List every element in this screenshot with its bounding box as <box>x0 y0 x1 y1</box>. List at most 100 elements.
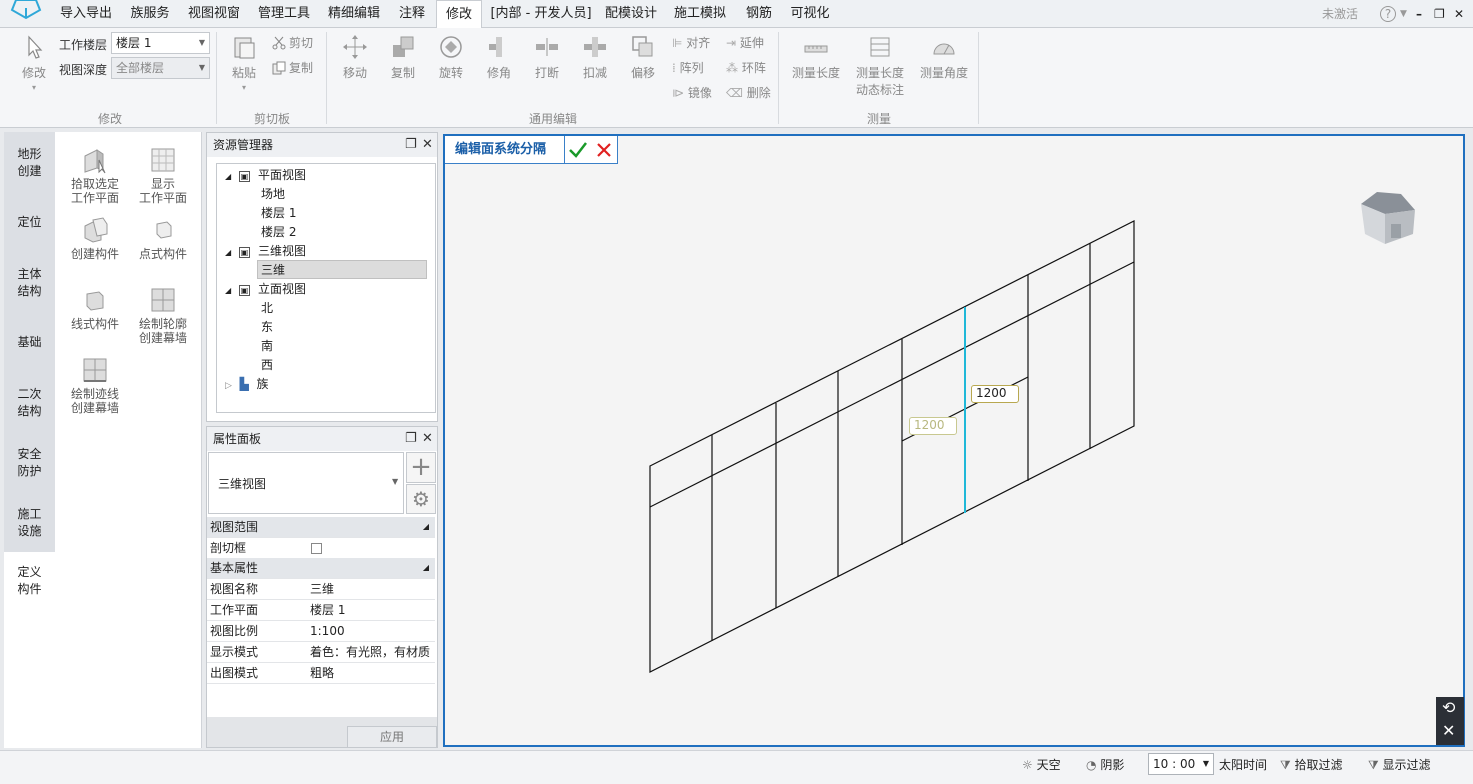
menu-developer[interactable]: [内部 - 开发人员] <box>488 0 594 28</box>
tab-define-component[interactable]: 定义 构件 <box>4 552 55 748</box>
close-view-icon[interactable]: ✕ <box>1442 721 1455 740</box>
expanded-arrow-icon[interactable]: ◢ <box>225 286 231 295</box>
tree-node-east[interactable]: 东 <box>261 318 273 337</box>
point-component-button[interactable]: 点式构件 <box>131 216 195 261</box>
tab-position[interactable]: 定位 <box>4 214 55 231</box>
extend-button[interactable]: ⇥ 延伸 <box>726 34 764 52</box>
activation-status[interactable]: 未激活 <box>1322 0 1358 28</box>
tree-node-west[interactable]: 西 <box>261 356 273 375</box>
measure-angle-button[interactable]: 测量角度 <box>916 34 972 81</box>
pick-filter-button[interactable]: ⧩ 拾取过滤 <box>1280 751 1343 779</box>
tree-node-3d-views[interactable]: ◢ ▣ 三维视图 <box>225 242 306 261</box>
3d-viewport[interactable]: 编辑面系统分隔 1200 1200 ⟲ ✕ <box>443 134 1465 747</box>
type-selector[interactable]: 三维视图 ▼ <box>208 452 404 514</box>
restore-icon[interactable]: ❐ <box>1434 0 1445 28</box>
close-icon[interactable]: ✕ <box>1454 0 1464 28</box>
create-component-button[interactable]: 创建构件 <box>63 216 127 261</box>
tree-node-floor1[interactable]: 楼层 1 <box>261 204 296 223</box>
tree-node-elevations[interactable]: ◢ ▣ 立面视图 <box>225 280 306 299</box>
dynamic-dimension-button[interactable]: 测量长度 动态标注 <box>852 34 908 98</box>
tab-foundation[interactable]: 基础 <box>4 334 55 351</box>
apply-button[interactable]: 应用 <box>347 726 437 748</box>
delete-button[interactable]: ⌫ 删除 <box>726 84 771 102</box>
section-box-checkbox[interactable] <box>311 543 322 554</box>
tab-safety[interactable]: 安全 防护 <box>4 446 55 480</box>
mirror-button[interactable]: ⧐ 镜像 <box>672 84 712 102</box>
trace-curtain-wall-button[interactable]: 绘制迹线 创建幕墙 <box>63 356 127 415</box>
copy-clipboard-button[interactable]: 复制 <box>272 59 313 77</box>
close-panel-icon[interactable]: ✕ <box>422 427 433 451</box>
prop-row[interactable]: 出图模式 粗略 <box>207 663 435 684</box>
dimension-label-upper[interactable]: 1200 <box>971 385 1019 403</box>
menu-import-export[interactable]: 导入导出 <box>54 0 118 28</box>
menu-formwork-design[interactable]: 配模设计 <box>600 0 662 28</box>
tab-main-structure[interactable]: 主体 结构 <box>4 266 55 300</box>
menu-modify[interactable]: 修改 <box>436 0 482 29</box>
pick-work-plane-button[interactable]: 拾取选定 工作平面 <box>63 146 127 205</box>
shadow-toggle[interactable]: ◔ 阴影 <box>1086 751 1124 779</box>
tree-node-north[interactable]: 北 <box>261 299 273 318</box>
align-button[interactable]: ⊫ 对齐 <box>672 34 710 52</box>
type-settings-button[interactable]: ⚙ <box>406 484 436 514</box>
close-panel-icon[interactable]: ✕ <box>422 133 433 157</box>
work-floor-select[interactable]: 楼层 1 ▼ <box>111 32 210 54</box>
paste-button[interactable]: 粘贴 ▾ <box>224 34 264 92</box>
ring-array-button[interactable]: ⁂ 环阵 <box>726 59 766 77</box>
reset-view-icon[interactable]: ⟲ <box>1442 698 1455 717</box>
menu-family-service[interactable]: 族服务 <box>124 0 176 28</box>
array-button[interactable]: ⁞ 阵列 <box>672 59 704 77</box>
select-modify-button[interactable]: 修改 ▾ <box>14 34 54 92</box>
show-work-plane-button[interactable]: 显示 工作平面 <box>131 146 195 205</box>
tree-node-site[interactable]: 场地 <box>261 185 285 204</box>
expanded-arrow-icon[interactable]: ◢ <box>225 172 231 181</box>
prop-row[interactable]: 视图比例 1:100 <box>207 621 435 642</box>
break-button[interactable]: 打断 <box>526 34 568 81</box>
add-type-button[interactable]: + <box>406 452 436 483</box>
menu-fine-edit[interactable]: 精细编辑 <box>322 0 386 28</box>
expanded-arrow-icon[interactable]: ◢ <box>225 248 231 257</box>
rotate-button[interactable]: 旋转 <box>430 34 472 81</box>
view-depth-select[interactable]: 全部楼层 ▼ <box>111 57 210 79</box>
category-basic[interactable]: 基本属性 ◢ <box>207 558 435 579</box>
menu-annotation[interactable]: 注释 <box>392 0 432 28</box>
float-panel-icon[interactable]: ❐ <box>405 427 417 451</box>
prop-row[interactable]: 显示模式 着色：有光照，有材质 <box>207 642 435 663</box>
profile-curtain-wall-button[interactable]: 绘制轮廓 创建幕墙 <box>131 286 195 345</box>
tree-node-floor2[interactable]: 楼层 2 <box>261 223 296 242</box>
prop-row[interactable]: 视图名称 三维 <box>207 579 435 600</box>
subtract-button[interactable]: 扣减 <box>574 34 616 81</box>
sky-toggle[interactable]: ☼ 天空 <box>1022 751 1061 779</box>
dimension-label-lower[interactable]: 1200 <box>909 417 957 435</box>
tree-node-3d[interactable]: 三维 <box>257 260 427 279</box>
menu-construction-sim[interactable]: 施工模拟 <box>668 0 732 28</box>
line-component-button[interactable]: 线式构件 <box>63 286 127 331</box>
help-icon[interactable]: ? <box>1380 6 1396 22</box>
measure-length-button[interactable]: 测量长度 <box>788 34 844 81</box>
tree-node-south[interactable]: 南 <box>261 337 273 356</box>
prop-row[interactable]: 工作平面 楼层 1 <box>207 600 435 621</box>
copy-button[interactable]: 复制 <box>382 34 424 81</box>
float-panel-icon[interactable]: ❐ <box>405 133 417 157</box>
app-logo-icon[interactable] <box>6 0 46 22</box>
collapse-icon[interactable]: ◢ <box>423 558 429 578</box>
minimize-icon[interactable]: – <box>1416 0 1422 28</box>
time-select[interactable]: 10 : 00 ▼ <box>1148 753 1214 775</box>
menu-view-window[interactable]: 视图视窗 <box>182 0 246 28</box>
collapsed-arrow-icon[interactable]: ▷ <box>225 381 232 391</box>
tab-secondary-structure[interactable]: 二次 结构 <box>4 386 55 420</box>
trim-corner-button[interactable]: 修角 <box>478 34 520 81</box>
category-view-range[interactable]: 视图范围 ◢ <box>207 517 435 538</box>
cut-button[interactable]: 剪切 <box>272 34 313 52</box>
view-cube-house-icon[interactable] <box>1355 184 1419 250</box>
move-button[interactable]: 移动 <box>334 34 376 81</box>
curtain-wall-model[interactable] <box>445 136 1463 745</box>
tab-facilities[interactable]: 施工 设施 <box>4 506 55 540</box>
menu-visualize[interactable]: 可视化 <box>786 0 834 28</box>
display-filter-button[interactable]: ⧩ 显示过滤 <box>1368 751 1431 779</box>
collapse-icon[interactable]: ◢ <box>423 517 429 537</box>
menu-management[interactable]: 管理工具 <box>252 0 316 28</box>
tree-node-families[interactable]: ▷ ▙ 族 <box>225 375 268 394</box>
offset-button[interactable]: 偏移 <box>622 34 664 81</box>
tab-terrain[interactable]: 地形 创建 <box>4 146 55 180</box>
tree-node-plan-views[interactable]: ◢ ▣ 平面视图 <box>225 166 306 185</box>
